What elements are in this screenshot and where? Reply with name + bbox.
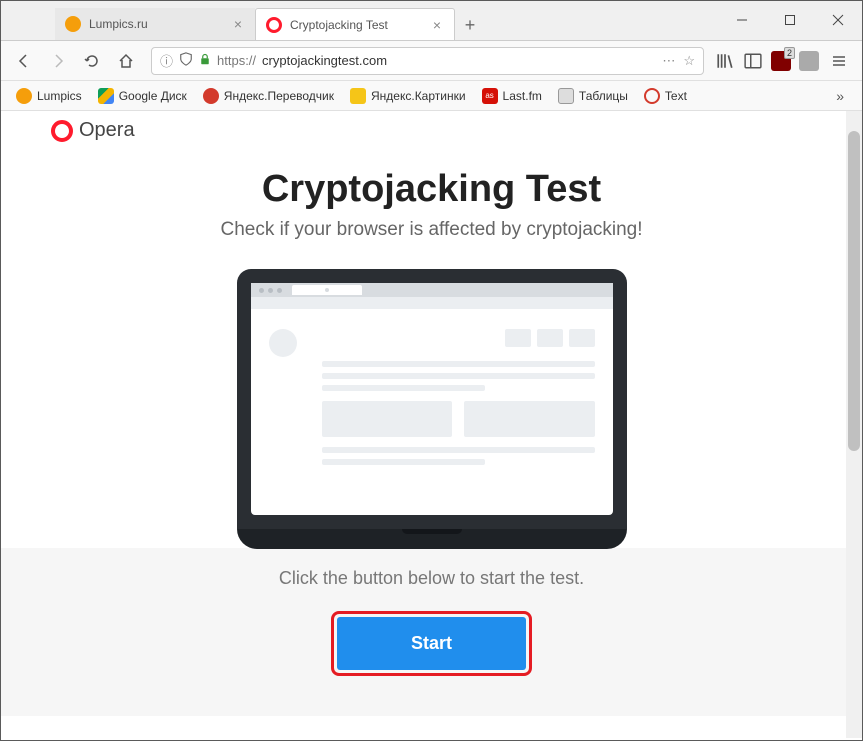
opera-logo[interactable]: Opera [21,111,842,150]
bookmark-yandex-images[interactable]: Яндекс.Картинки [343,85,473,107]
library-icon[interactable] [714,50,736,72]
bookmarks-bar: Lumpics Google Диск Яндекс.Переводчик Ян… [1,81,862,111]
address-bar[interactable]: ⓘ https:// cryptojackingtest.com ⋯ ☆ [151,47,704,75]
start-button-highlight: Start [331,611,532,676]
bookmark-lumpics[interactable]: Lumpics [9,85,89,107]
bookmark-star-icon[interactable]: ☆ [683,53,695,69]
close-window-button[interactable] [814,0,862,40]
bookmark-favicon-icon [98,88,114,104]
close-icon[interactable]: × [231,17,245,31]
home-button[interactable] [111,46,141,76]
bookmark-text[interactable]: Text [637,85,694,107]
shield-icon[interactable] [179,52,193,69]
bookmark-yandex-translate[interactable]: Яндекс.Переводчик [196,85,341,107]
bookmarks-overflow-button[interactable]: » [826,84,854,108]
cta-instruction: Click the button below to start the test… [1,568,862,589]
bookmark-google-disk[interactable]: Google Диск [91,85,194,107]
page-subtitle: Check if your browser is affected by cry… [21,219,842,241]
scrollbar[interactable] [846,111,862,738]
window-controls [718,0,862,40]
opera-logo-text: Opera [79,119,135,142]
bookmark-favicon-icon [203,88,219,104]
bookmark-label: Lumpics [37,89,82,103]
bookmark-label: Яндекс.Переводчик [224,89,334,103]
back-button[interactable] [9,46,39,76]
bookmark-favicon-icon [16,88,32,104]
minimize-button[interactable] [718,0,766,40]
tab-favicon-icon [266,17,282,33]
folder-icon [558,88,574,104]
url-prefix: https:// [217,53,256,68]
tab-label: Lumpics.ru [89,17,223,31]
bookmark-label: Таблицы [579,89,628,103]
bookmark-lastfm[interactable]: as Last.fm [475,85,549,107]
tab-cryptojacking[interactable]: Cryptojacking Test × [255,8,455,40]
info-icon[interactable]: ⓘ [160,51,173,70]
maximize-button[interactable] [766,0,814,40]
page-content: Opera Cryptojacking Test Check if your b… [1,111,862,738]
url-domain: cryptojackingtest.com [262,53,387,68]
bookmark-label: Text [665,89,687,103]
bookmark-label: Last.fm [503,89,542,103]
sidebar-icon[interactable] [742,50,764,72]
laptop-illustration [237,269,627,549]
scrollbar-thumb[interactable] [848,131,860,451]
tab-lumpics[interactable]: Lumpics.ru × [55,8,255,40]
opera-icon [51,120,73,142]
bookmark-label: Яндекс.Картинки [371,89,466,103]
menu-button[interactable] [824,46,854,76]
bookmark-favicon-icon: as [482,88,498,104]
bookmark-tables[interactable]: Таблицы [551,85,635,107]
bookmark-label: Google Диск [119,89,187,103]
extension-gray-icon[interactable] [798,50,820,72]
ublock-badge: 2 [784,47,795,59]
titlebar: Lumpics.ru × Cryptojacking Test × + [1,1,862,41]
tab-favicon-icon [65,16,81,32]
forward-button[interactable] [43,46,73,76]
new-tab-button[interactable]: + [455,10,485,40]
page-title: Cryptojacking Test [21,168,842,211]
extension-icons: 2 [714,50,820,72]
dropdown-icon[interactable]: ⋯ [662,53,675,69]
nav-toolbar: ⓘ https:// cryptojackingtest.com ⋯ ☆ 2 [1,41,862,81]
reload-button[interactable] [77,46,107,76]
lock-icon[interactable] [199,53,211,68]
ublock-icon[interactable]: 2 [770,50,792,72]
bookmark-favicon-icon [350,88,366,104]
start-button[interactable]: Start [337,617,526,670]
bookmark-favicon-icon [644,88,660,104]
close-icon[interactable]: × [430,18,444,32]
tab-label: Cryptojacking Test [290,18,422,32]
